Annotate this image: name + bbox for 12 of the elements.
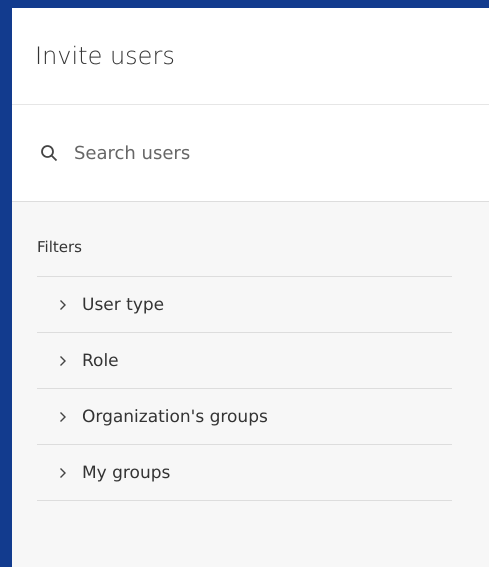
panel-title: Invite users bbox=[35, 42, 175, 70]
chevron-icon bbox=[59, 410, 67, 422]
chevron-icon bbox=[59, 298, 67, 310]
filters-heading: Filters bbox=[37, 238, 452, 277]
search-icon bbox=[40, 144, 58, 162]
filter-item[interactable]: My groups bbox=[37, 445, 452, 501]
search-field[interactable]: Search users bbox=[72, 142, 376, 164]
filter-item[interactable]: User type bbox=[37, 277, 452, 333]
filter-item[interactable]: Organization's groups bbox=[37, 389, 452, 445]
chevron-icon bbox=[59, 354, 67, 366]
filter-item[interactable]: Role bbox=[37, 333, 452, 389]
chevron-icon bbox=[59, 466, 67, 478]
